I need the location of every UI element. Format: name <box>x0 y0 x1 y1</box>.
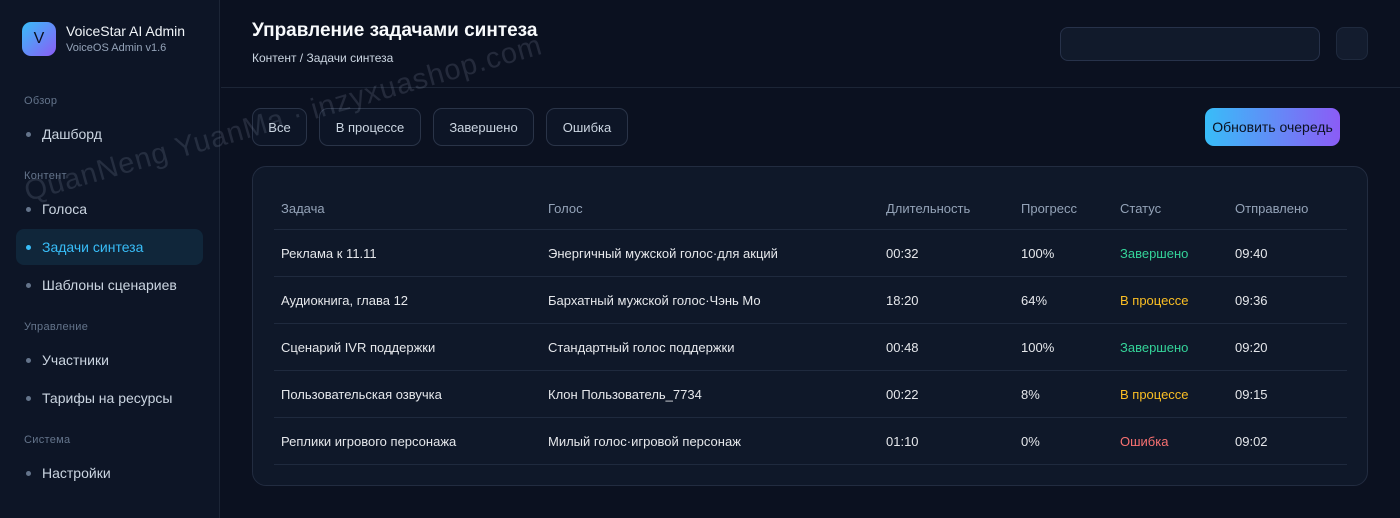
brand-logo: V <box>22 22 56 56</box>
sent-time-cell: 09:36 <box>1235 292 1268 308</box>
sent-time-cell: 09:20 <box>1235 339 1268 355</box>
sidebar-item-synthesis-tasks[interactable]: Задачи синтеза <box>16 229 203 265</box>
brand-subtitle: VoiceOS Admin v1.6 <box>66 41 167 54</box>
duration-cell: 00:48 <box>886 339 919 355</box>
sent-time-cell: 09:15 <box>1235 386 1268 402</box>
voice-cell: Клон Пользователь_7734 <box>548 386 702 402</box>
bullet-icon <box>26 470 31 476</box>
tasks-table: Задача Голос Длительность Прогресс Стату… <box>274 188 1347 465</box>
sidebar-item-label: Тарифы на ресурсы <box>42 390 173 406</box>
sent-time-cell: 09:02 <box>1235 433 1268 449</box>
task-name-cell: Пользовательская озвучка <box>281 386 442 402</box>
progress-cell: 100% <box>1021 339 1055 355</box>
status-cell: Завершено <box>1120 245 1189 261</box>
status-cell: Завершено <box>1120 339 1189 355</box>
filter-completed[interactable]: Завершено <box>433 108 534 146</box>
column-header[interactable]: Задача <box>274 201 541 216</box>
page-title: Управление задачами синтеза <box>252 20 538 41</box>
progress-cell: 8% <box>1021 386 1040 402</box>
nav-section-system: Система <box>24 434 71 446</box>
duration-cell: 00:22 <box>886 386 919 402</box>
duration-cell: 01:10 <box>886 433 919 449</box>
sidebar-item-label: Задачи синтеза <box>42 239 144 255</box>
duration-cell: 00:32 <box>886 245 919 261</box>
table-row[interactable]: Аудиокнига, глава 12 Бархатный мужской го… <box>274 277 1347 324</box>
bullet-icon <box>26 131 31 137</box>
bullet-icon <box>26 395 31 401</box>
sidebar: V VoiceStar AI Admin VoiceOS Admin v1.6 … <box>0 0 220 518</box>
voice-cell: Энергичный мужской голос·для акций <box>548 245 778 261</box>
sidebar-item-label: Дашборд <box>42 126 102 142</box>
refresh-queue-button[interactable]: Обновить очередь <box>1205 108 1340 146</box>
status-cell: В процессе <box>1120 292 1189 308</box>
task-name-cell: Реклама к 11.11 <box>281 245 377 261</box>
bullet-icon <box>26 244 31 250</box>
search-input[interactable] <box>1060 27 1320 61</box>
voice-cell: Бархатный мужской голос·Чэнь Мо <box>548 292 761 308</box>
sidebar-item-settings[interactable]: Настройки <box>16 455 203 491</box>
status-cell: В процессе <box>1120 386 1189 402</box>
filter-in-progress[interactable]: В процессе <box>319 108 421 146</box>
sidebar-item-voices[interactable]: Голоса <box>16 191 203 227</box>
tasks-table-card: Задача Голос Длительность Прогресс Стату… <box>252 166 1368 486</box>
table-row[interactable]: Реклама к 11.11 Энергичный мужской голос·… <box>274 230 1347 277</box>
table-row[interactable]: Реплики игрового персонажа Милый голос·иг… <box>274 418 1347 465</box>
column-header[interactable]: Отправлено <box>1228 201 1347 216</box>
sidebar-item-dashboard[interactable]: Дашборд <box>16 116 203 152</box>
task-name-cell: Аудиокнига, глава 12 <box>281 292 409 308</box>
filter-all[interactable]: Все <box>252 108 307 146</box>
voice-cell: Милый голос·игровой персонаж <box>548 433 741 449</box>
sidebar-item-resource-plans[interactable]: Тарифы на ресурсы <box>16 380 203 416</box>
duration-cell: 18:20 <box>886 292 919 308</box>
column-header[interactable]: Прогресс <box>1014 201 1113 216</box>
nav-section-overview: Обзор <box>24 95 58 107</box>
sidebar-item-label: Голоса <box>42 201 88 217</box>
action-icon-button[interactable] <box>1336 27 1368 60</box>
table-body: Реклама к 11.11 Энергичный мужской голос·… <box>274 230 1347 465</box>
nav-section-management: Управление <box>24 321 89 333</box>
nav-section-content: Контент <box>24 170 67 182</box>
sidebar-item-members[interactable]: Участники <box>16 342 203 378</box>
page-header: Управление задачами синтеза Контент / За… <box>221 0 1400 88</box>
brand-title: VoiceStar AI Admin <box>66 22 186 39</box>
bullet-icon <box>26 357 31 363</box>
task-name-cell: Сценарий IVR поддержки <box>281 339 436 355</box>
sidebar-item-script-templates[interactable]: Шаблоны сценариев <box>16 267 203 303</box>
table-row[interactable]: Сценарий IVR поддержки Стандартный голос … <box>274 324 1347 371</box>
task-name-cell: Реплики игрового персонажа <box>281 433 457 449</box>
status-cell: Ошибка <box>1120 433 1169 449</box>
sent-time-cell: 09:40 <box>1235 245 1268 261</box>
column-header[interactable]: Голос <box>541 201 879 216</box>
table-header-row: Задача Голос Длительность Прогресс Стату… <box>274 188 1347 230</box>
breadcrumb[interactable]: Контент / Задачи синтеза <box>252 51 393 65</box>
voice-cell: Стандартный голос поддержки <box>548 339 735 355</box>
bullet-icon <box>26 282 31 288</box>
bullet-icon <box>26 206 31 212</box>
filter-error[interactable]: Ошибка <box>546 108 628 146</box>
sidebar-item-label: Участники <box>42 352 109 368</box>
table-row[interactable]: Пользовательская озвучка Клон Пользовател… <box>274 371 1347 418</box>
progress-cell: 0% <box>1021 433 1040 449</box>
progress-cell: 64% <box>1021 292 1048 308</box>
column-header[interactable]: Статус <box>1113 201 1228 216</box>
brand[interactable]: V VoiceStar AI Admin VoiceOS Admin v1.6 <box>22 22 185 56</box>
sidebar-item-label: Настройки <box>42 465 111 481</box>
sidebar-item-label: Шаблоны сценариев <box>42 277 177 293</box>
progress-cell: 100% <box>1021 245 1055 261</box>
column-header[interactable]: Длительность <box>879 201 1014 216</box>
